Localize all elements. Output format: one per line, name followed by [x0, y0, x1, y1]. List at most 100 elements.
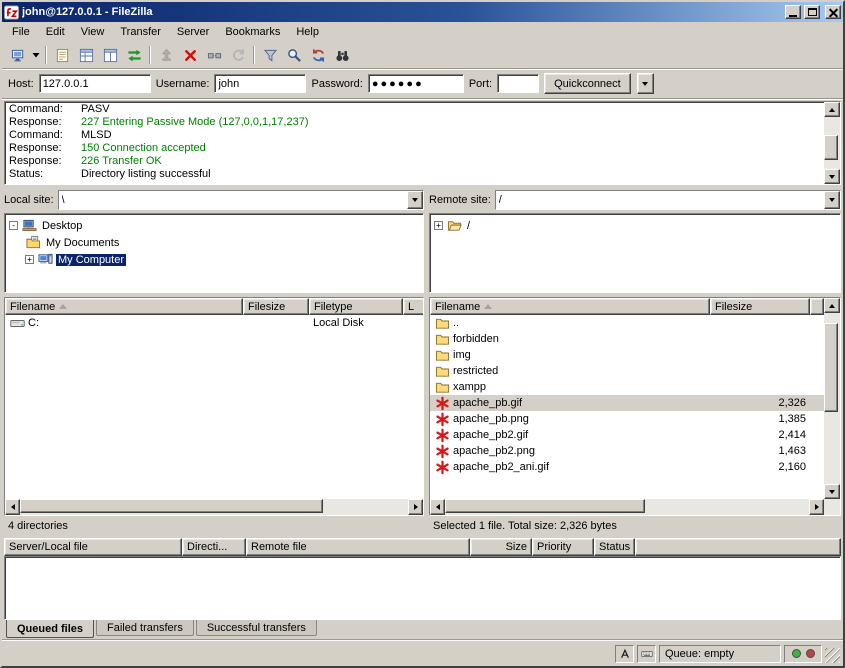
remote-site-dropdown-button[interactable] [824, 191, 840, 209]
local-site-combo[interactable] [58, 190, 424, 210]
quickconnect-button[interactable]: Quickconnect [544, 73, 631, 94]
maximize-button[interactable] [804, 5, 820, 19]
scrollbar-thumb[interactable] [20, 499, 323, 513]
quickconnect-dropdown-button[interactable] [637, 73, 654, 94]
compare-button[interactable] [282, 44, 306, 66]
filter-button[interactable] [258, 44, 282, 66]
process-queue-button[interactable] [154, 44, 178, 66]
file-row-item[interactable]: .. [430, 315, 824, 331]
scrollbar-thumb[interactable] [445, 499, 645, 513]
file-panes: Local site: -DesktopMy Documents+My Comp… [2, 187, 843, 534]
site-manager-button[interactable] [6, 44, 30, 66]
scrollbar-thumb[interactable] [824, 323, 838, 412]
menu-bookmarks[interactable]: Bookmarks [217, 23, 288, 41]
scrollbar-thumb[interactable] [824, 135, 838, 160]
scrollbar-track[interactable] [824, 313, 840, 484]
remote-site-path-input[interactable] [496, 191, 824, 209]
remote-site-combo[interactable] [495, 190, 841, 210]
tree-expander-plus[interactable]: + [434, 221, 443, 230]
tree-item-my-computer[interactable]: + My Computer [7, 251, 421, 268]
port-input[interactable] [497, 74, 539, 93]
menu-server[interactable]: Server [169, 23, 217, 41]
column-header-filename[interactable]: Filename [430, 298, 710, 315]
scrollbar-track[interactable] [445, 499, 809, 515]
column-header-priority[interactable]: Priority [532, 538, 594, 556]
local-site-dropdown-button[interactable] [407, 191, 423, 209]
toggle-local-tree-button[interactable] [74, 44, 98, 66]
close-button[interactable] [825, 5, 841, 19]
file-row-img[interactable]: img [430, 347, 824, 363]
tab-failed-transfers[interactable]: Failed transfers [96, 620, 194, 636]
filezilla-logo-icon [4, 5, 19, 20]
resize-grip[interactable] [825, 648, 840, 663]
minimize-button[interactable] [785, 5, 801, 19]
log-lines: Command:PASVResponse:227 Entering Passiv… [5, 102, 824, 184]
scroll-down-button[interactable] [824, 484, 840, 499]
scroll-right-button[interactable] [408, 499, 423, 515]
scrollbar-track[interactable] [824, 117, 840, 169]
remote-vertical-scrollbar[interactable] [824, 298, 840, 499]
username-input[interactable] [214, 74, 306, 93]
menu-view[interactable]: View [73, 23, 113, 41]
scroll-right-button[interactable] [809, 499, 824, 515]
scroll-down-button[interactable] [824, 169, 840, 184]
column-header-filetype[interactable]: Filetype [309, 298, 403, 315]
scrollbar-track[interactable] [20, 499, 408, 515]
toggle-message-log-button[interactable] [50, 44, 74, 66]
file-row-apache-pb2-gif[interactable]: apache_pb2.gif2,414 [430, 427, 824, 443]
menu-transfer[interactable]: Transfer [112, 23, 169, 41]
scroll-up-button[interactable] [824, 102, 840, 117]
queue-list [4, 556, 841, 620]
menu-edit[interactable]: Edit [38, 23, 73, 41]
scroll-up-button[interactable] [824, 298, 840, 313]
file-row-apache-pb2-png[interactable]: apache_pb2.png1,463 [430, 443, 824, 459]
file-row-xampp[interactable]: xampp [430, 379, 824, 395]
disconnect-button[interactable] [202, 44, 226, 66]
tree-item-item[interactable]: +/ [432, 217, 838, 234]
find-button[interactable] [330, 44, 354, 66]
tree-item-desktop[interactable]: -Desktop [7, 217, 421, 234]
toggle-remote-tree-button[interactable] [98, 44, 122, 66]
column-header-filesize[interactable]: Filesize [243, 298, 309, 315]
column-header-server-local-file[interactable]: Server/Local file [4, 538, 182, 556]
column-header-remote-file[interactable]: Remote file [246, 538, 470, 556]
refresh-button[interactable] [122, 44, 146, 66]
menu-help[interactable]: Help [288, 23, 327, 41]
column-header-size[interactable]: Size [470, 538, 532, 556]
scroll-left-button[interactable] [5, 499, 20, 515]
column-header-status[interactable]: Status [594, 538, 635, 556]
log-text: 227 Entering Passive Mode (127,0,0,1,17,… [81, 116, 308, 128]
keyboard-icon [637, 645, 656, 663]
file-row-apache-pb-png[interactable]: apache_pb.png1,385 [430, 411, 824, 427]
file-row-c[interactable]: C:Local Disk [5, 315, 423, 331]
file-row-apache-pb-gif[interactable]: apache_pb.gif2,326 [430, 395, 824, 411]
name-cell: C: [5, 315, 243, 331]
reconnect-button[interactable] [226, 44, 250, 66]
column-header-l[interactable]: L [403, 298, 423, 315]
tab-successful-transfers[interactable]: Successful transfers [196, 620, 317, 636]
remote-horizontal-scrollbar[interactable] [430, 499, 824, 515]
cancel-button[interactable] [178, 44, 202, 66]
sync-browsing-button[interactable] [306, 44, 330, 66]
tree-label: My Computer [56, 254, 126, 266]
tree-expander-minus[interactable]: - [9, 221, 18, 230]
column-header-filename[interactable]: Filename [5, 298, 243, 315]
tab-queued-files[interactable]: Queued files [6, 620, 94, 638]
file-row-restricted[interactable]: restricted [430, 363, 824, 379]
log-scrollbar[interactable] [824, 102, 840, 184]
menu-file[interactable]: File [4, 23, 38, 41]
file-row-forbidden[interactable]: forbidden [430, 331, 824, 347]
password-input[interactable] [368, 74, 464, 93]
tree-expander-plus[interactable]: + [25, 255, 34, 264]
local-horizontal-scrollbar[interactable] [5, 499, 423, 515]
column-header-filesize[interactable]: Filesize [710, 298, 810, 315]
file-row-apache-pb2-ani-gif[interactable]: apache_pb2_ani.gif2,160 [430, 459, 824, 475]
local-site-path-input[interactable] [59, 191, 407, 209]
site-manager-dropdown-button[interactable] [30, 44, 42, 66]
column-label: Filesize [248, 301, 285, 313]
column-header-directi[interactable]: Directi... [182, 538, 246, 556]
scroll-left-button[interactable] [430, 499, 445, 515]
host-input[interactable] [39, 74, 151, 93]
titlebar[interactable]: john@127.0.0.1 - FileZilla [2, 2, 843, 22]
tree-item-my-documents[interactable]: My Documents [7, 234, 421, 251]
